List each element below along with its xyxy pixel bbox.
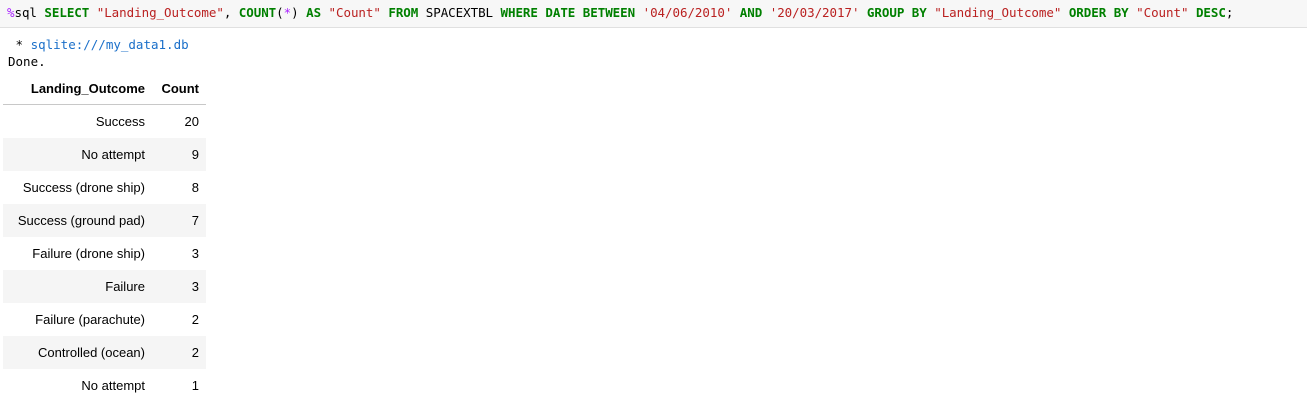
cell-count: 2 (191, 312, 199, 327)
status-text: Done. (8, 54, 46, 69)
code-token: AS (306, 5, 322, 20)
table-header-row: Landing_Outcome Count (3, 73, 206, 105)
code-token: BY (1113, 5, 1129, 20)
cell-count: 7 (152, 204, 206, 237)
code-token: ( (276, 5, 284, 20)
code-token: '20/03/2017' (769, 5, 860, 20)
cell-landing-outcome: Failure (3, 270, 152, 303)
cell-count: 8 (191, 180, 199, 195)
cell-output: * sqlite:///my_data1.db Done. (8, 36, 189, 70)
table-row: Failure (drone ship) 3 (3, 237, 206, 270)
cell-count: 3 (191, 246, 199, 261)
code-token: ) (291, 5, 307, 20)
cell-landing-outcome: Failure (drone ship) (32, 246, 145, 261)
table-row: No attempt 9 (3, 138, 206, 171)
code-token: BY (911, 5, 927, 20)
sql-query-code[interactable]: %sql SELECT "Landing_Outcome", COUNT(*) … (7, 5, 1233, 20)
code-token: ; (1225, 5, 1234, 20)
table-row: Failure 3 (3, 270, 206, 303)
cell-landing-outcome: Success (95, 114, 145, 129)
code-token: FROM (388, 5, 419, 20)
table-row: No attempt 1 (3, 369, 206, 402)
code-token: ORDER (1068, 5, 1107, 20)
code-token: "Landing_Outcome" (934, 5, 1062, 20)
cell-count: 1 (191, 378, 199, 393)
connection-prefix: * (8, 37, 31, 52)
code-token: sql (14, 5, 45, 20)
code-token: AND (739, 5, 763, 20)
table-row: Success (ground pad) 7 (3, 204, 206, 237)
column-header-landing-outcome: Landing_Outcome (3, 73, 152, 105)
table-row: Success (drone ship) 8 (3, 171, 206, 204)
code-token: WHERE (500, 5, 538, 20)
code-token: , (223, 5, 239, 20)
code-token: "Count" (328, 5, 381, 20)
code-token: GROUP (866, 5, 905, 20)
code-token: BETWEEN (582, 5, 636, 20)
code-token: SELECT (44, 5, 90, 20)
result-table: Landing_Outcome Count Success 20 No attemp… (3, 73, 206, 402)
cell-count: 3 (152, 270, 206, 303)
notebook-page: %sql SELECT "Landing_Outcome", COUNT(*) … (0, 0, 1307, 408)
cell-landing-outcome: Controlled (ocean) (3, 336, 152, 369)
code-input-cell[interactable]: %sql SELECT "Landing_Outcome", COUNT(*) … (0, 0, 1307, 28)
code-token: "Count" (1136, 5, 1189, 20)
cell-count: 9 (152, 138, 206, 171)
cell-landing-outcome: Success (ground pad) (3, 204, 152, 237)
table-row: Failure (parachute) 2 (3, 303, 206, 336)
table-body: Success 20 No attempt 9 Success (drone ship)… (3, 105, 206, 403)
code-token: SPACEXTBL (418, 5, 501, 20)
cell-count: 20 (184, 114, 199, 129)
cell-landing-outcome: Success (drone ship) (22, 180, 145, 195)
cell-landing-outcome: Failure (parachute) (35, 312, 145, 327)
table-row: Controlled (ocean) 2 (3, 336, 206, 369)
cell-landing-outcome: No attempt (3, 138, 152, 171)
column-header-count: Count (152, 73, 206, 105)
table-row: Success 20 (3, 105, 206, 139)
cell-count: 2 (152, 336, 206, 369)
connection-string: sqlite:///my_data1.db (30, 37, 189, 52)
code-token: DESC (1195, 5, 1226, 20)
code-token: '04/06/2010' (642, 5, 733, 20)
cell-landing-outcome: No attempt (81, 378, 145, 393)
code-token: DATE (545, 5, 576, 20)
code-token: COUNT (238, 5, 277, 20)
code-token: "Landing_Outcome" (96, 5, 224, 20)
